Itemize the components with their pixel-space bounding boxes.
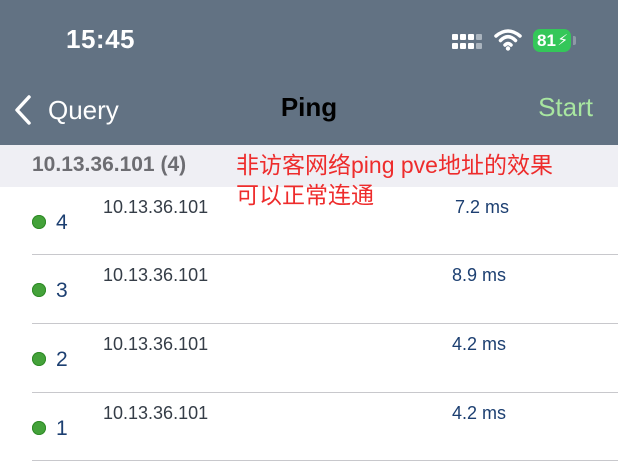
status-dot-icon xyxy=(32,352,46,366)
sequence-number: 1 xyxy=(56,417,68,440)
ping-row[interactable]: 2 10.13.36.101 4.2 ms xyxy=(0,324,618,393)
status-dot-icon xyxy=(32,421,46,435)
ip-address: 10.13.36.101 xyxy=(103,403,209,423)
battery-level: 81 xyxy=(537,31,556,50)
charging-bolt-icon: ⚡ xyxy=(557,32,568,49)
response-time: 4.2 ms xyxy=(452,334,507,354)
ip-address: 10.13.36.101 xyxy=(103,265,209,285)
status-time: 15:45 xyxy=(66,24,135,54)
annotation-line-1: 非访客网络ping pve地址的效果 xyxy=(236,152,553,178)
battery-cap xyxy=(573,36,576,45)
status-dot-icon xyxy=(32,215,46,229)
battery-indicator: 81 ⚡ xyxy=(533,29,571,52)
sequence-number: 2 xyxy=(56,348,68,371)
row-divider xyxy=(32,460,618,461)
start-button[interactable]: Start xyxy=(538,92,593,123)
section-title: 10.13.36.101 (4) xyxy=(32,153,187,176)
navigation-header: 15:45 81 ⚡ Query Ping Start xyxy=(0,0,618,145)
status-dot-icon xyxy=(32,283,46,297)
response-time: 8.9 ms xyxy=(452,265,507,285)
ip-address: 10.13.36.101 xyxy=(103,197,209,217)
response-time: 4.2 ms xyxy=(452,403,507,423)
response-time: 7.2 ms xyxy=(455,197,510,217)
ping-row[interactable]: 1 10.13.36.101 4.2 ms xyxy=(0,393,618,461)
ip-address: 10.13.36.101 xyxy=(103,334,209,354)
cellular-signal-icon xyxy=(452,34,482,49)
ping-row[interactable]: 4 10.13.36.101 7.2 ms xyxy=(0,187,618,255)
sequence-number: 4 xyxy=(56,211,68,234)
wifi-icon xyxy=(494,29,522,51)
ping-row[interactable]: 3 10.13.36.101 8.9 ms xyxy=(0,255,618,324)
page-title: Ping xyxy=(280,92,338,122)
sequence-number: 3 xyxy=(56,279,68,302)
